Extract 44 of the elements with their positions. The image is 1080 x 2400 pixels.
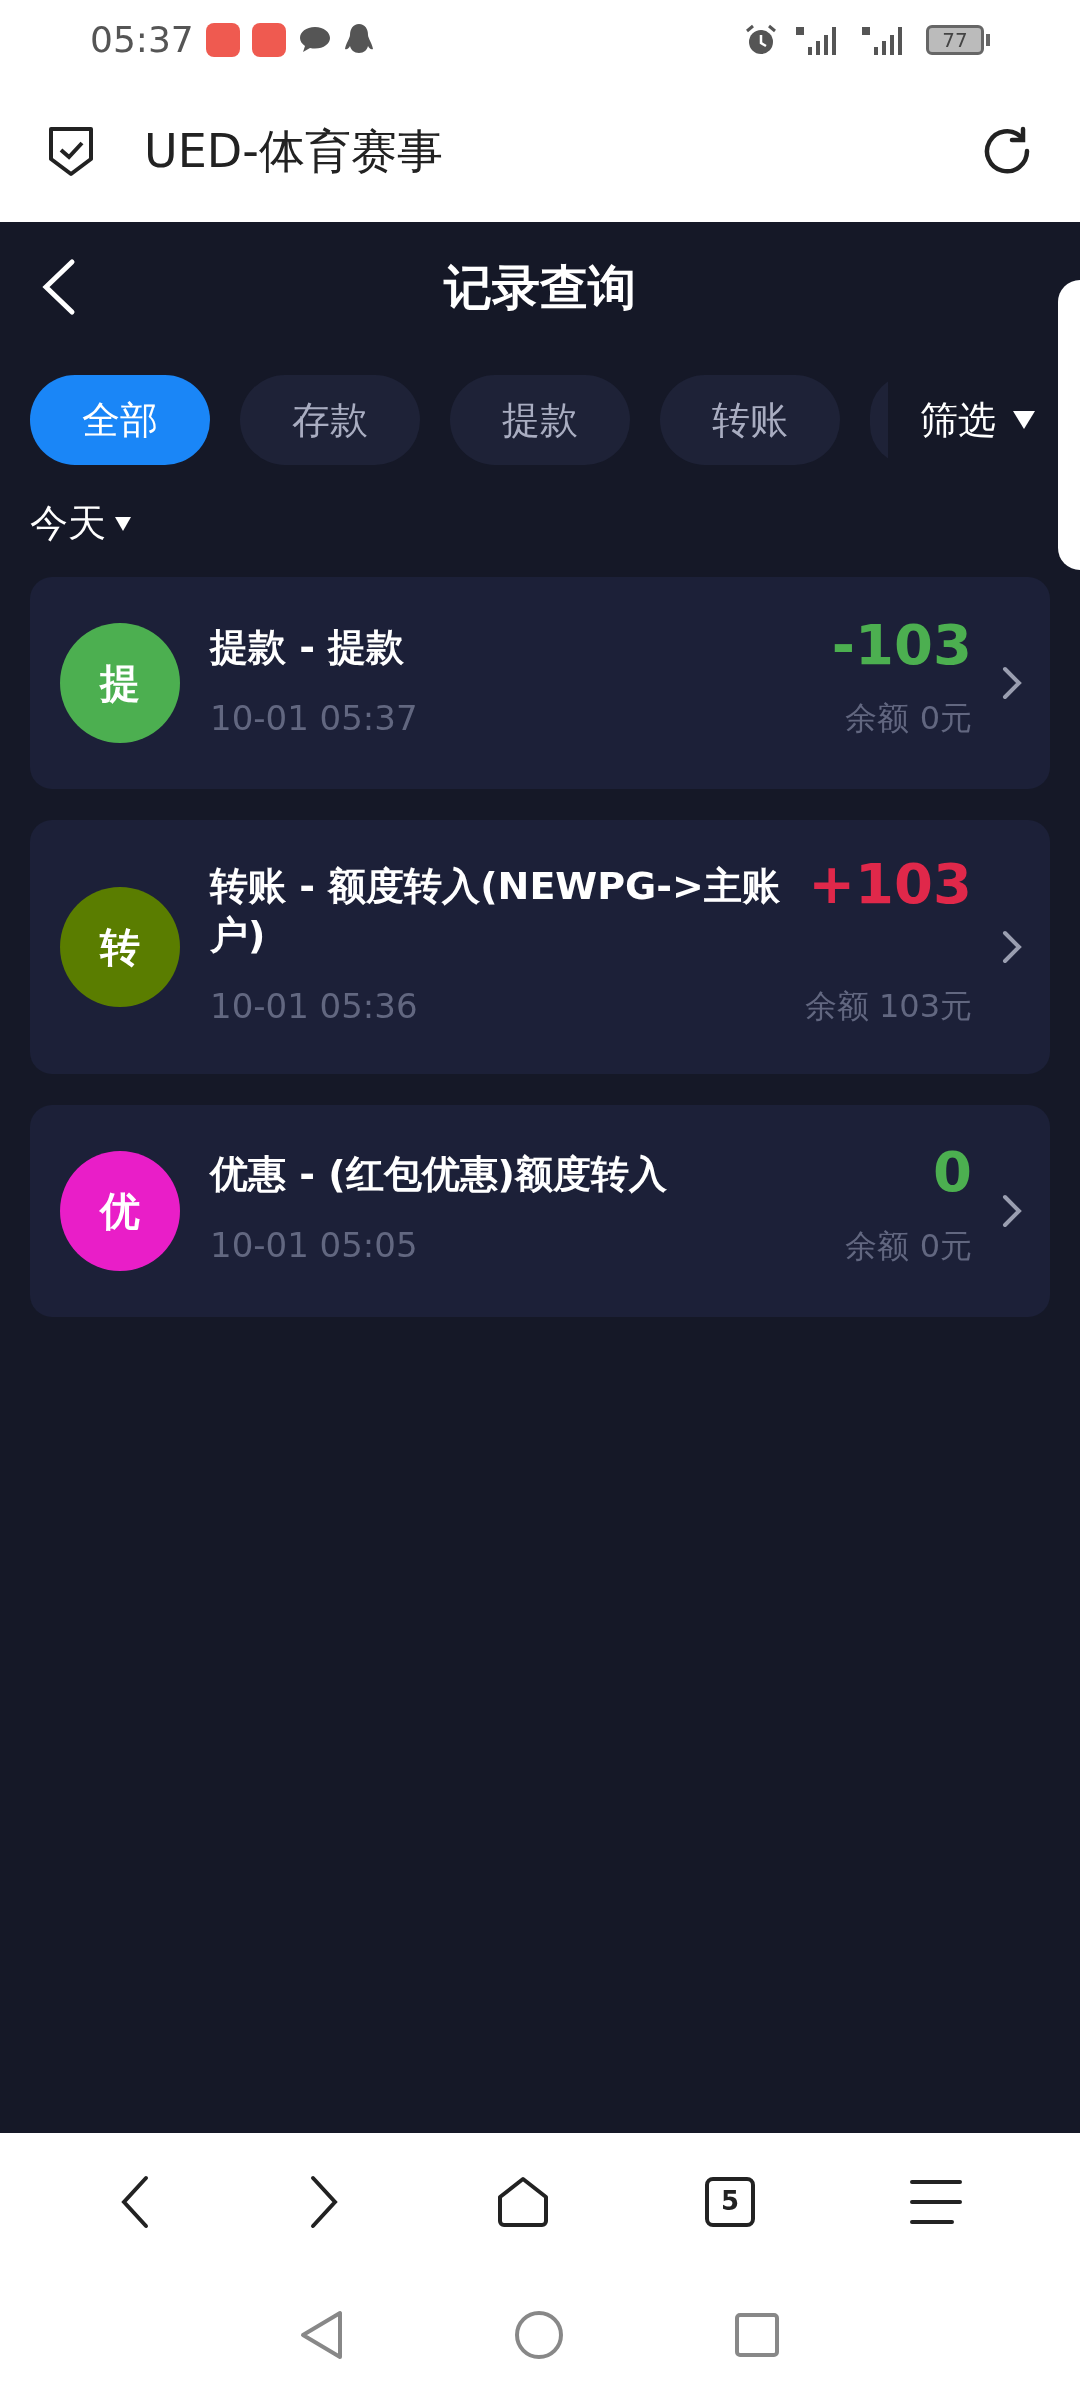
record-card[interactable]: 提 提款 - 提款 -103 10-01 05:37 余额 0元 (30, 577, 1050, 789)
status-time: 05:37 (90, 18, 194, 62)
record-amount: +103 (808, 856, 972, 912)
dropdown-arrow-icon (1012, 410, 1036, 430)
alarm-icon (744, 23, 778, 57)
app-notification-icon (251, 23, 286, 57)
chat-bubble-icon (297, 25, 332, 55)
type-badge: 提 (60, 623, 180, 743)
app-notification-icon (205, 23, 240, 57)
record-time: 10-01 05:36 (210, 984, 418, 1028)
record-amount: 0 (933, 1144, 972, 1201)
record-balance: 余额 0元 (845, 698, 972, 739)
chevron-right-icon (1002, 929, 1022, 964)
record-card[interactable]: 优 优惠 - (红包优惠)额度转入 0 10-01 05:05 余额 0元 (30, 1104, 1050, 1317)
chevron-right-icon (1002, 1193, 1022, 1228)
record-balance: 余额 0元 (845, 1225, 972, 1267)
filter-tab[interactable]: 转账 (660, 375, 840, 465)
screen-title: 记录查询 (444, 258, 636, 317)
record-time: 10-01 05:05 (210, 1224, 418, 1268)
type-badge: 优 (60, 1150, 180, 1271)
record-title: 提款 - 提款 (210, 623, 406, 671)
back-icon[interactable] (40, 258, 76, 316)
tabs-button[interactable]: 5 (705, 2176, 756, 2227)
filter-tab[interactable]: 存款 (240, 375, 420, 465)
recents-square-icon[interactable] (734, 2312, 780, 2358)
home-circle-icon[interactable] (514, 2310, 564, 2360)
dropdown-arrow-icon (114, 515, 132, 532)
record-balance: 余额 103元 (804, 986, 972, 1028)
date-dropdown[interactable]: 今天 (30, 495, 132, 552)
page-title: UED-体育赛事 (144, 122, 444, 180)
filter-tab[interactable]: 全部 (30, 375, 210, 465)
record-amount: -103 (831, 616, 972, 673)
menu-icon[interactable] (910, 2177, 963, 2226)
home-icon[interactable] (495, 2174, 550, 2229)
record-title: 优惠 - (红包优惠)额度转入 (210, 1151, 668, 1199)
record-title: 转账 - 额度转入(NEWPG->主账户) (210, 863, 781, 960)
battery-indicator: 77 (926, 25, 990, 55)
shield-check-icon (46, 124, 96, 178)
record-time: 10-01 05:37 (210, 696, 418, 740)
record-card[interactable]: 转 转账 - 额度转入(NEWPG->主账户) +103 10-01 05:36 余额 103元 (30, 820, 1050, 1074)
type-badge: 转 (60, 886, 180, 1007)
back-triangle-icon[interactable] (300, 2310, 344, 2360)
filter-tab[interactable]: 提款 (450, 375, 630, 465)
chevron-right-icon (1002, 666, 1022, 700)
